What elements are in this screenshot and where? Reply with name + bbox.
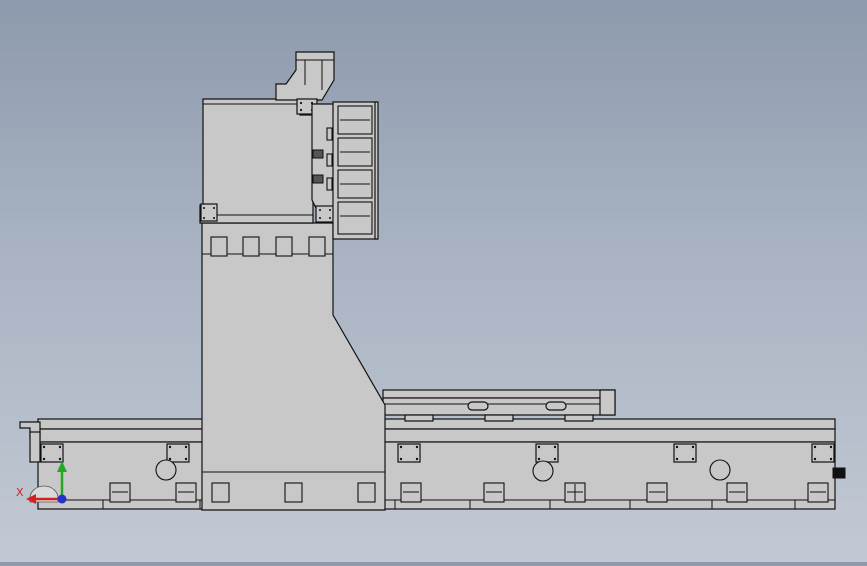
base-right-stop xyxy=(832,467,846,479)
linkage-block xyxy=(312,149,324,159)
saddle-windows xyxy=(337,105,373,235)
base-top-rail xyxy=(37,418,836,430)
headstock xyxy=(199,51,379,240)
column-body xyxy=(201,222,386,511)
head-bolt-plate-2 xyxy=(315,205,335,223)
table-end-cap xyxy=(599,389,616,416)
column xyxy=(201,222,386,511)
table-carriage xyxy=(484,414,514,422)
cad-viewport[interactable]: X xyxy=(0,0,867,562)
table-slot xyxy=(467,401,489,411)
saddle-slots xyxy=(326,127,333,191)
machine-base xyxy=(19,418,846,510)
base-left-end xyxy=(29,431,41,463)
table-top xyxy=(382,389,616,399)
work-table xyxy=(382,389,616,422)
triad-x-label: X xyxy=(16,486,24,499)
table-carriage xyxy=(404,414,434,422)
table-body xyxy=(382,397,616,416)
triad-z-axis xyxy=(57,494,67,504)
base-rail-lower xyxy=(37,428,836,443)
table-slot xyxy=(545,401,567,411)
machine-drawing: X xyxy=(16,51,846,511)
linkage-block xyxy=(312,174,324,184)
table-carriage xyxy=(564,414,594,422)
